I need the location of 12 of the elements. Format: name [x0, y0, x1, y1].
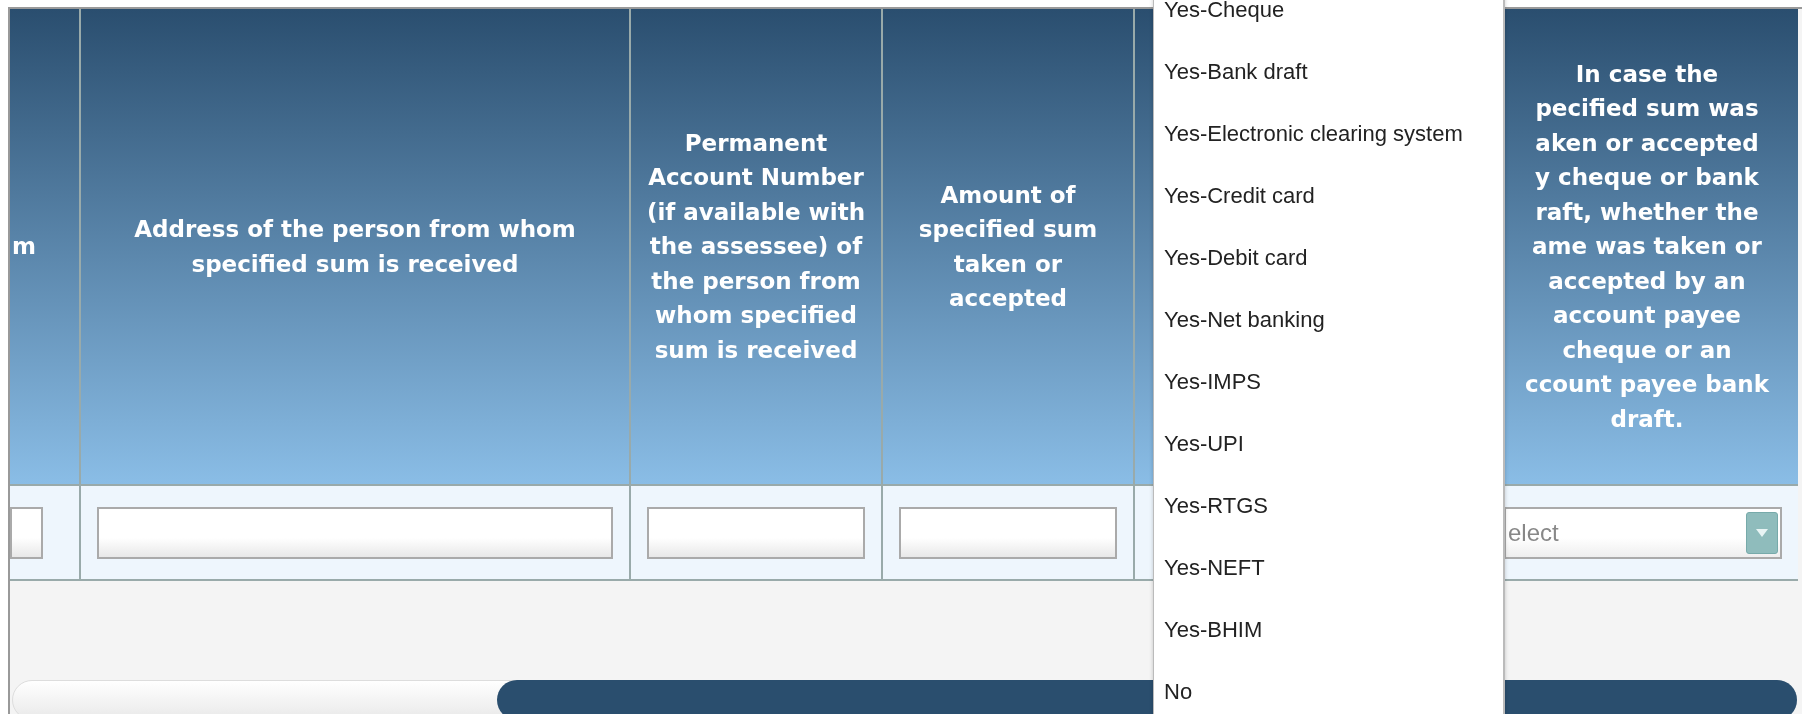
- input-field[interactable]: [10, 506, 43, 559]
- input-field[interactable]: [899, 506, 1117, 559]
- dropdown-option[interactable]: Yes-BHIM: [1154, 598, 1503, 660]
- dropdown-option[interactable]: Yes-NEFT: [1154, 536, 1503, 598]
- dropdown-option[interactable]: No: [1154, 660, 1503, 714]
- column-header: Address of the person from whom specified sum is received: [81, 9, 631, 484]
- select-field[interactable]: elect: [1504, 506, 1782, 559]
- column-header: Amount of specified sum taken or accepted: [883, 9, 1135, 484]
- input-field[interactable]: [97, 506, 613, 559]
- column-header: Permanent Account Number (if available with the assessee) of the person from whom specified sum is received: [631, 9, 883, 484]
- column-header: m: [10, 9, 81, 484]
- input-field[interactable]: [647, 506, 865, 559]
